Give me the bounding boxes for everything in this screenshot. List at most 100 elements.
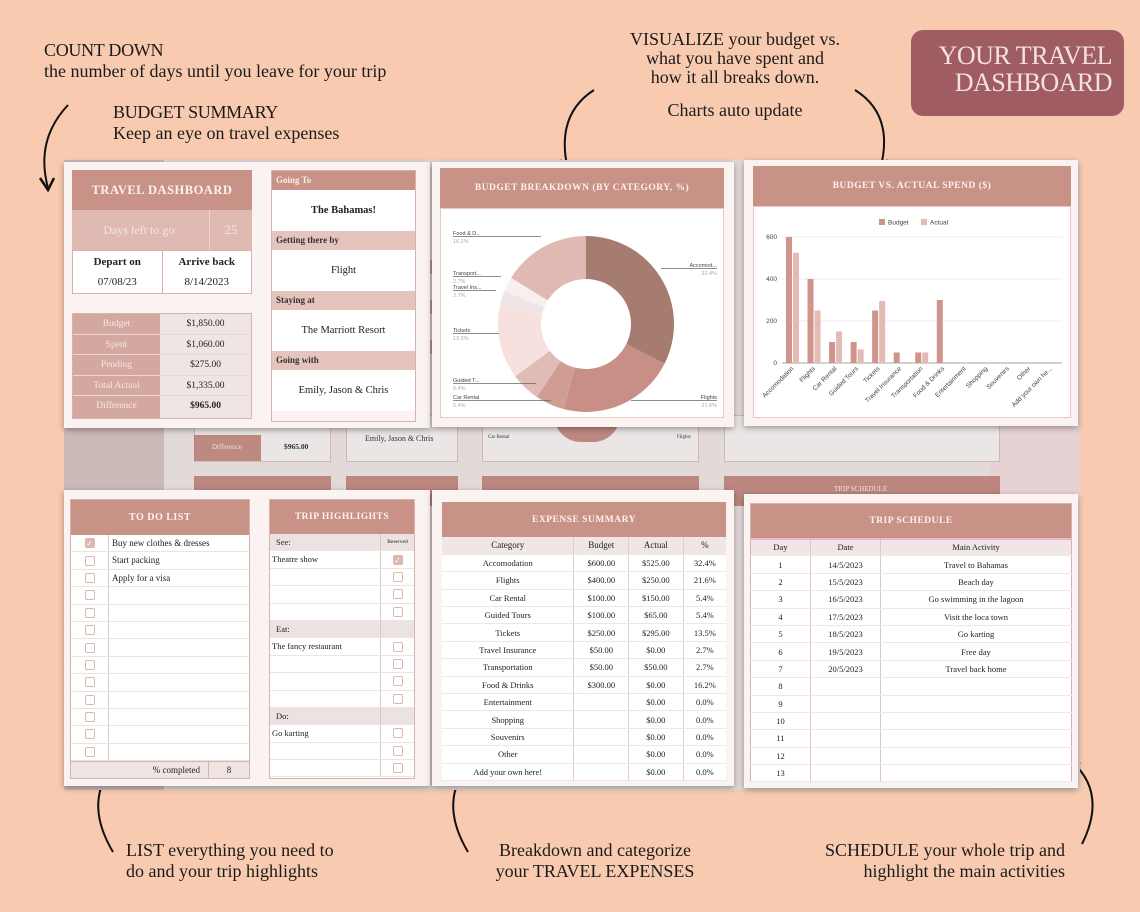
bar-budget[interactable]	[893, 352, 900, 364]
todo-item-text[interactable]	[109, 744, 249, 760]
checkbox-icon[interactable]	[84, 712, 95, 723]
checkbox-icon[interactable]	[392, 589, 403, 600]
expense-cell[interactable]: Transportation	[442, 658, 575, 677]
schedule-cell[interactable]	[810, 729, 881, 748]
expense-cell[interactable]: 0.0%	[683, 763, 726, 781]
checkbox-icon[interactable]	[392, 571, 403, 582]
highlight-item-text[interactable]: The fancy restaurant	[270, 638, 380, 654]
todo-item-text[interactable]: Start packing	[109, 552, 249, 568]
schedule-cell[interactable]: 9	[750, 695, 811, 713]
checkbox-icon[interactable]	[84, 694, 95, 705]
bar-budget[interactable]	[829, 342, 836, 363]
schedule-cell[interactable]: 3	[750, 590, 811, 609]
expense-cell[interactable]: 0.0%	[683, 710, 726, 729]
checkbox-icon[interactable]	[84, 677, 95, 688]
expense-cell[interactable]: $100.00	[573, 589, 630, 608]
expense-cell[interactable]: $100.00	[573, 606, 630, 625]
checkbox-icon[interactable]	[84, 572, 95, 583]
schedule-cell[interactable]: Free day	[880, 642, 1072, 661]
expense-cell[interactable]: 0.0%	[683, 745, 726, 764]
checkbox-icon[interactable]	[84, 746, 95, 757]
checkbox-icon[interactable]	[84, 590, 95, 601]
checkbox-icon[interactable]	[392, 693, 403, 704]
checkbox-icon[interactable]	[84, 625, 95, 636]
expense-cell[interactable]: 32.4%	[683, 554, 726, 573]
schedule-cell[interactable]: 14/5/2023	[810, 555, 881, 574]
schedule-cell[interactable]	[880, 677, 1072, 696]
schedule-cell[interactable]: Travel to Bahamas	[880, 555, 1072, 574]
todo-item-text[interactable]	[109, 726, 249, 742]
todo-item-text[interactable]	[109, 692, 249, 708]
schedule-cell[interactable]: Go karting	[880, 625, 1072, 644]
expense-cell[interactable]: 5.4%	[683, 589, 726, 608]
schedule-cell[interactable]	[810, 747, 881, 766]
schedule-cell[interactable]: 4	[750, 608, 811, 626]
expense-cell[interactable]: $50.00	[573, 658, 630, 677]
checkbox-icon[interactable]	[392, 606, 403, 617]
schedule-cell[interactable]	[810, 712, 881, 731]
schedule-cell[interactable]: 6	[750, 642, 811, 661]
highlight-item-text[interactable]: Go karting	[270, 725, 380, 741]
budget-row-value[interactable]: $965.00	[160, 396, 251, 418]
checkbox-icon[interactable]	[84, 659, 95, 670]
schedule-cell[interactable]	[880, 747, 1072, 766]
bar-actual[interactable]	[814, 310, 821, 364]
schedule-cell[interactable]: 8	[750, 677, 811, 696]
expense-cell[interactable]: $300.00	[573, 676, 630, 695]
schedule-cell[interactable]	[880, 712, 1072, 731]
bar-actual[interactable]	[857, 349, 864, 363]
checkbox-icon[interactable]	[84, 607, 95, 618]
bar-budget[interactable]	[936, 300, 943, 363]
expense-cell[interactable]: Other	[442, 745, 575, 764]
budget-row-value[interactable]: $275.00	[160, 355, 251, 375]
expense-cell[interactable]: $50.00	[628, 658, 684, 677]
expense-cell[interactable]: $525.00	[628, 554, 684, 573]
checkbox-icon[interactable]	[84, 555, 95, 566]
schedule-cell[interactable]: 17/5/2023	[810, 608, 881, 626]
schedule-cell[interactable]: 1	[750, 555, 811, 574]
expense-cell[interactable]: $250.00	[573, 623, 630, 642]
schedule-cell[interactable]: Visit the loca town	[880, 608, 1072, 626]
schedule-cell[interactable]: 13	[750, 764, 811, 783]
todo-item-text[interactable]	[109, 605, 249, 621]
highlight-item-text[interactable]	[270, 673, 380, 689]
todo-item-text[interactable]: Buy new clothes & dresses	[109, 535, 249, 551]
schedule-cell[interactable]	[880, 729, 1072, 748]
expense-cell[interactable]: $150.00	[628, 589, 684, 608]
expense-cell[interactable]: $0.00	[628, 641, 684, 660]
schedule-cell[interactable]	[810, 695, 881, 713]
expense-cell[interactable]: $600.00	[573, 554, 630, 573]
expense-cell[interactable]: $65.00	[628, 606, 684, 625]
expense-cell[interactable]: Tickets	[442, 623, 575, 642]
expense-cell[interactable]: Add your own here!	[442, 763, 575, 781]
checkbox-checked-icon[interactable]: ✓	[84, 538, 95, 549]
schedule-cell[interactable]: 10	[750, 712, 811, 731]
expense-cell[interactable]: 0.0%	[683, 728, 726, 747]
highlight-item-text[interactable]	[270, 604, 380, 620]
expense-cell[interactable]: $250.00	[628, 571, 684, 590]
bar-actual[interactable]	[836, 331, 843, 364]
checkbox-icon[interactable]	[392, 658, 403, 669]
schedule-cell[interactable]: 11	[750, 729, 811, 748]
depart-cell[interactable]: Depart on 07/08/23	[73, 251, 163, 293]
expense-cell[interactable]	[573, 710, 630, 729]
schedule-cell[interactable]	[810, 677, 881, 696]
todo-item-text[interactable]	[109, 674, 249, 690]
highlight-item-text[interactable]	[270, 586, 380, 602]
schedule-cell[interactable]: 20/5/2023	[810, 660, 881, 679]
bar-actual[interactable]	[879, 301, 886, 363]
schedule-cell[interactable]: Travel back home	[880, 660, 1072, 679]
todo-item-text[interactable]	[109, 657, 249, 673]
checkbox-icon[interactable]	[392, 676, 403, 687]
expense-cell[interactable]: Guided Tours	[442, 606, 575, 625]
schedule-cell[interactable]	[810, 764, 881, 783]
schedule-cell[interactable]: 12	[750, 747, 811, 766]
schedule-cell[interactable]: 18/5/2023	[810, 625, 881, 644]
todo-item-text[interactable]	[109, 587, 249, 603]
trip-info-value[interactable]: The Marriott Resort	[272, 310, 415, 351]
schedule-cell[interactable]	[880, 764, 1072, 783]
highlight-item-text[interactable]	[270, 743, 380, 759]
expense-cell[interactable]: Shopping	[442, 710, 575, 729]
schedule-cell[interactable]: 5	[750, 625, 811, 644]
expense-cell[interactable]	[573, 763, 630, 781]
